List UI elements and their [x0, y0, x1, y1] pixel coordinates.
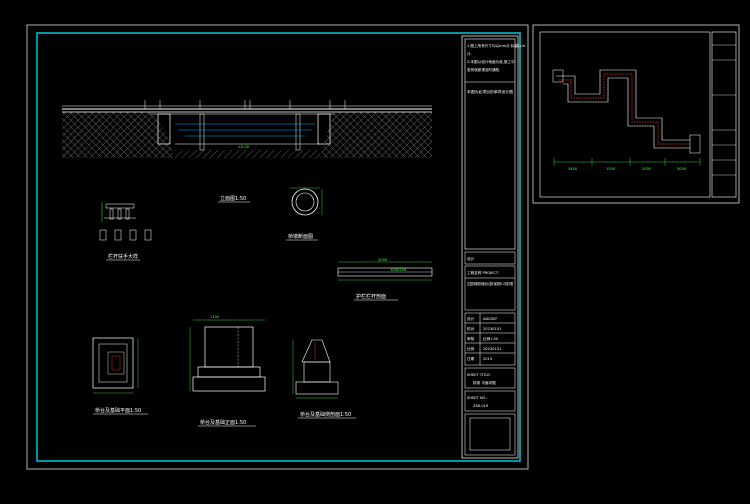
scale-label: 比例: [467, 346, 475, 351]
elevation-title: 立面图1:50: [220, 195, 246, 202]
pier-side-title: 桥台及基础侧剖面1:50: [300, 411, 351, 418]
main-sheet-inner-border: [36, 32, 521, 462]
title-block-header: 设计: [467, 256, 475, 261]
note-line-1: 1.图上所有尺寸均以mm计,标高以m: [467, 43, 526, 48]
date-label: 日期: [467, 356, 475, 361]
pier-section-title: 桥墩断面图: [288, 233, 313, 240]
designer-label: 设计: [467, 316, 475, 321]
guardrail-section: 2000 100X200 护栏栏杆剖面: [337, 258, 433, 301]
note-line-2: 计.: [467, 51, 472, 56]
pier-section: 桥墩断面图: [286, 187, 323, 241]
project-value: 生态园林景观河道设计(整体)景观桥1:1桥梁详图: [467, 281, 513, 286]
plan-dim-3: 2000: [642, 167, 652, 171]
plan-sheet: 3400 1500 2000 3000: [532, 24, 740, 204]
checker-value: 20230101: [483, 327, 501, 331]
plan-title-block: [711, 31, 737, 198]
rail-detail: [99, 202, 152, 241]
sub-note: 本图为此项目的单项设计图: [467, 89, 513, 94]
approver-value: 比例1:50: [483, 336, 499, 341]
scale-value: 20230101: [483, 347, 501, 351]
pier-side: 桥台及基础侧剖面1:50: [292, 339, 356, 419]
pier-front-title: 桥台及基础正面1:50: [200, 419, 246, 426]
guardrail-dim-mid: 100X200: [390, 268, 407, 272]
bridge-elevation: ±0.00 立面图1:50: [62, 100, 432, 203]
pier-plan-title: 桥台及基础平面1:50: [95, 407, 141, 414]
pier-plan: 桥台及基础平面1:50: [92, 337, 148, 415]
approver-label: 审核: [467, 336, 475, 341]
main-sheet: 1.图上所有尺寸均以mm计,标高以m 计. 2.本图以设计地面为准,施工中 若有…: [26, 24, 529, 470]
guardrail-dim-top: 2000: [378, 258, 388, 262]
sheet-title-label: SHEET TITLE:: [467, 373, 491, 377]
sheet-no-label: SHEET NO.:: [467, 396, 488, 400]
rail-detail-title: 栏杆扶手大样: [108, 253, 138, 260]
checker-label: 校对: [467, 326, 475, 331]
pier-front: 1100 桥台及基础正面1:50: [189, 315, 266, 427]
designer-value: ABCDEF: [483, 317, 497, 321]
plan-dim-1: 3400: [568, 167, 578, 171]
note-line-4: 若有误差请及时通知.: [467, 67, 501, 72]
project-label: 工程名称 PROJECT:: [467, 270, 499, 275]
sheet-no-value: ZS6-019: [473, 404, 489, 408]
plan-dim-2: 1500: [606, 167, 616, 171]
title-block-frame: [461, 35, 519, 459]
guardrail-title: 护栏栏杆剖面: [356, 293, 386, 300]
main-sheet-outer-border: [26, 24, 529, 470]
sheet-title-value: 桥梁 平面详图: [473, 380, 496, 385]
cad-viewport: 1.图上所有尺寸均以mm计,标高以m 计. 2.本图以设计地面为准,施工中 若有…: [0, 0, 750, 500]
cad-drawing: 1.图上所有尺寸均以mm计,标高以m 计. 2.本图以设计地面为准,施工中 若有…: [26, 24, 740, 470]
pier-width-dim: 1100: [210, 315, 220, 319]
note-line-3: 2.本图以设计地面为准,施工中: [467, 59, 515, 64]
date-value: 2019: [483, 357, 493, 361]
plan-dim-4: 3000: [677, 167, 687, 171]
svg-text:±0.00: ±0.00: [238, 145, 250, 149]
